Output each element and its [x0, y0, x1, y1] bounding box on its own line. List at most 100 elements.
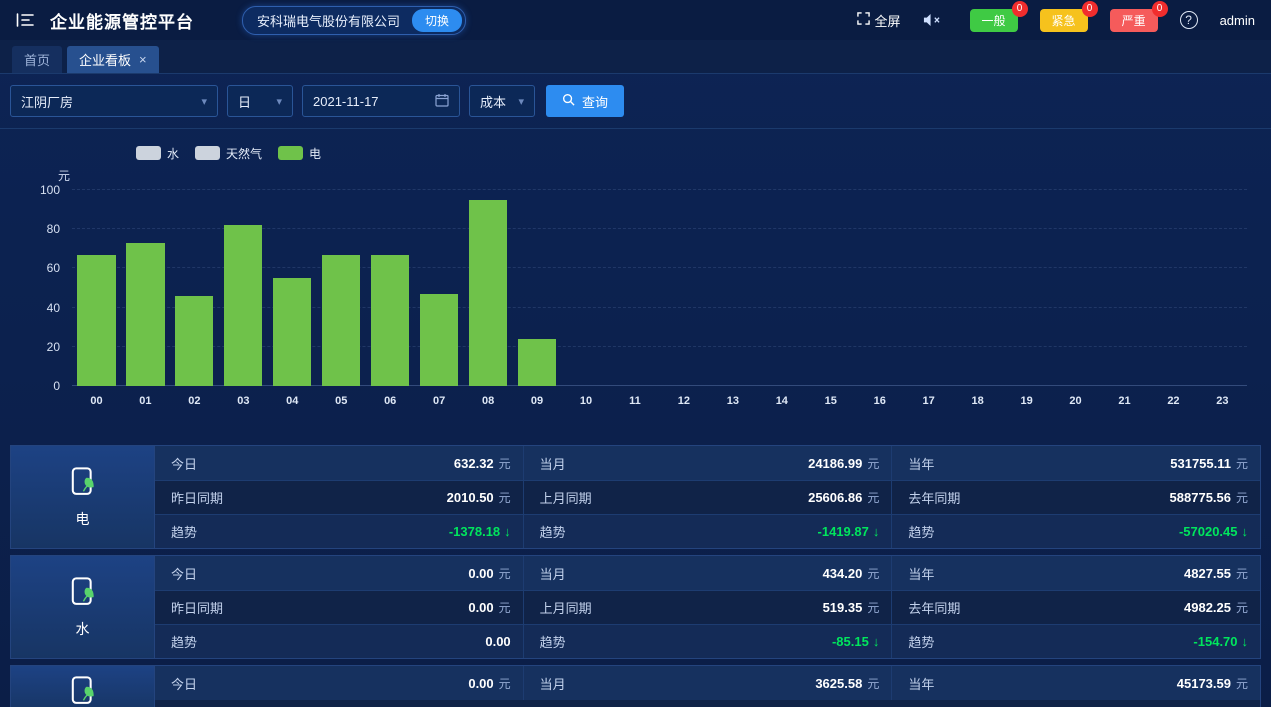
query-button-label: 查询 [582, 92, 608, 111]
energy-meter-icon [66, 674, 100, 707]
stat-unit: 元 [867, 489, 879, 506]
stat-value: 25606.86 [808, 490, 862, 505]
stat-value: 0.00 [468, 676, 493, 691]
bar-slot [1002, 190, 1051, 386]
bar-slot [708, 190, 757, 386]
stat-value-group: 0.00 [485, 634, 510, 649]
legend-label: 水 [167, 145, 179, 162]
period-select[interactable]: 日 ▾ [227, 85, 293, 117]
stat-value: 0.00 [468, 600, 493, 615]
energy-type-cell: 水 [11, 556, 155, 658]
legend-swatch [195, 146, 220, 160]
stat-unit: 元 [499, 599, 511, 616]
stat-label: 趋势 [171, 632, 197, 651]
bar[interactable] [175, 296, 213, 386]
x-tick-label: 06 [366, 395, 415, 407]
legend-item[interactable]: 电 [278, 145, 321, 162]
alarm-normal-label: 一般 [982, 14, 1006, 28]
stat-unit: 元 [867, 599, 879, 616]
bar[interactable] [469, 200, 507, 386]
stat-label: 当月 [540, 454, 566, 473]
alarm-severe-button[interactable]: 严重 0 [1110, 9, 1158, 32]
stat-cell: 当年45173.59元 [891, 666, 1260, 700]
bar-slot [1100, 190, 1149, 386]
stat-value-group: 588775.56元 [1170, 489, 1248, 506]
legend-item[interactable]: 天然气 [195, 145, 262, 162]
fullscreen-label: 全屏 [875, 11, 901, 30]
date-picker[interactable]: 2021-11-17 [302, 85, 460, 117]
stat-value: 45173.59 [1177, 676, 1231, 691]
stat-value-group: -1378.18↓ [449, 524, 511, 539]
x-tick-label: 05 [317, 395, 366, 407]
stat-unit: 元 [867, 675, 879, 692]
fullscreen-button[interactable]: 全屏 [857, 11, 901, 30]
help-icon[interactable]: ? [1180, 11, 1198, 29]
chevron-down-icon: ▾ [276, 95, 282, 108]
bar[interactable] [77, 255, 115, 386]
stat-value: 24186.99 [808, 456, 862, 471]
y-tick-label: 80 [47, 222, 60, 236]
bar[interactable] [126, 243, 164, 386]
stat-value: -85.15 [832, 634, 869, 649]
x-tick-label: 08 [464, 395, 513, 407]
mute-speaker-icon[interactable] [923, 13, 940, 27]
stat-cell: 上月同期519.35元 [523, 591, 892, 624]
switch-company-button[interactable]: 切换 [412, 9, 462, 32]
metric-select[interactable]: 成本 ▾ [469, 85, 535, 117]
energy-type-cell: 电 [11, 446, 155, 548]
bar-slot [219, 190, 268, 386]
stat-label: 今日 [171, 674, 197, 693]
bar-slot [806, 190, 855, 386]
tab-enterprise-dashboard[interactable]: 企业看板 × [67, 46, 159, 73]
stat-label: 趋势 [908, 632, 934, 651]
legend-swatch [278, 146, 303, 160]
bar[interactable] [371, 255, 409, 386]
tab-home[interactable]: 首页 [12, 46, 62, 73]
legend-label: 电 [309, 145, 321, 162]
stat-cell: 今日0.00元 [155, 556, 523, 590]
x-tick-label: 02 [170, 395, 219, 407]
stat-cell: 当月3625.58元 [523, 666, 892, 700]
legend-item[interactable]: 水 [136, 145, 179, 162]
table-row: 今日632.32元当月24186.99元当年531755.11元 [155, 446, 1260, 480]
stat-label: 当月 [540, 674, 566, 693]
close-tab-icon[interactable]: × [139, 52, 147, 67]
stat-value-group: 2010.50元 [447, 489, 511, 506]
site-select[interactable]: 江阴厂房 ▾ [10, 85, 218, 117]
filter-bar: 江阴厂房 ▾ 日 ▾ 2021-11-17 成本 ▾ 查询 [0, 74, 1271, 129]
stat-value: 632.32 [454, 456, 494, 471]
stat-label: 趋势 [540, 522, 566, 541]
query-button[interactable]: 查询 [546, 85, 624, 117]
stat-value-group: -154.70↓ [1193, 634, 1248, 649]
bar-slot [562, 190, 611, 386]
alarm-urgent-button[interactable]: 紧急 0 [1040, 9, 1088, 32]
menu-collapse-icon[interactable] [16, 12, 34, 28]
trend-down-icon: ↓ [873, 524, 880, 539]
stat-cell: 趋势-85.15↓ [523, 625, 892, 658]
company-name: 安科瑞电气股份有限公司 [257, 11, 400, 30]
company-selector: 安科瑞电气股份有限公司 切换 [242, 6, 466, 35]
stat-label: 当月 [540, 564, 566, 583]
bar[interactable] [273, 278, 311, 386]
trend-down-icon: ↓ [504, 524, 511, 539]
username[interactable]: admin [1220, 13, 1255, 28]
bar[interactable] [224, 225, 262, 386]
stat-cell: 趋势 -154.70↓ [891, 625, 1260, 658]
alarm-buttons: 一般 0 紧急 0 严重 0 [970, 9, 1158, 32]
energy-type-label: 水 [76, 619, 90, 639]
trend-down-icon: ↓ [1242, 524, 1249, 539]
bar-slot [317, 190, 366, 386]
bar[interactable] [518, 339, 556, 386]
alarm-urgent-label: 紧急 [1052, 14, 1076, 28]
y-tick-label: 100 [40, 183, 60, 197]
table-row: 昨日同期2010.50元上月同期25606.86元去年同期588775.56元 [155, 480, 1260, 514]
stat-label: 昨日同期 [171, 488, 223, 507]
app-header: 企业能源管控平台 安科瑞电气股份有限公司 切换 全屏 一般 0 [0, 0, 1271, 40]
bar[interactable] [420, 294, 458, 386]
alarm-normal-button[interactable]: 一般 0 [970, 9, 1018, 32]
energy-summary-table: 电今日632.32元当月24186.99元当年531755.11元昨日同期201… [10, 445, 1261, 707]
stat-value: -1419.87 [818, 524, 869, 539]
site-select-value: 江阴厂房 [21, 92, 73, 111]
x-tick-label: 13 [708, 395, 757, 407]
bar[interactable] [322, 255, 360, 386]
